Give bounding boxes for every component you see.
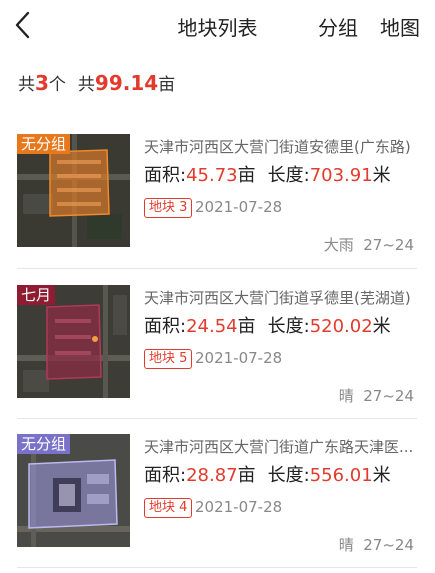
length-value: 556.01: [309, 465, 373, 486]
area-value: 45.73: [186, 165, 238, 186]
weather-info: 晴 27~24: [339, 534, 414, 555]
area-unit: 亩: [237, 165, 256, 186]
length-unit: 米: [372, 165, 391, 186]
plot-metrics: 面积:28.87亩 长度:556.01米: [144, 461, 391, 487]
length-label: 长度:: [267, 465, 310, 486]
length-value: 703.91: [309, 165, 373, 186]
plot-count: 3: [35, 71, 49, 95]
weather-text: 大雨: [323, 236, 354, 254]
length-label: 长度:: [267, 316, 310, 337]
temperature: 27~24: [363, 387, 414, 405]
plot-date: 2021-07-28: [195, 198, 283, 216]
length-unit: 米: [372, 316, 391, 337]
area-label: 面积:: [144, 316, 187, 337]
plot-metrics: 面积:24.54亩 长度:520.02米: [144, 312, 391, 338]
plot-card[interactable]: 无分组 天津市河西区大营门街道广东路天津医... 面积:28.87亩 长度:556…: [17, 434, 417, 566]
count-prefix: 共: [18, 75, 35, 95]
satellite-thumbnail: 七月: [17, 285, 130, 398]
page-title: 地块列表: [177, 16, 258, 40]
total-area: 99.14: [94, 71, 159, 95]
temperature: 27~24: [363, 536, 414, 554]
plot-metrics: 面积:45.73亩 长度:703.91米: [144, 161, 391, 187]
weather-info: 晴 27~24: [339, 385, 414, 406]
group-tag: 无分组: [17, 134, 71, 154]
plot-card[interactable]: 无分组 天津市河西区大营门街道安德里(广东路) 面积:45.73亩 长度:703.…: [17, 134, 417, 266]
plot-date: 2021-07-28: [195, 349, 283, 367]
length-unit: 米: [372, 465, 391, 486]
area-value: 28.87: [186, 465, 238, 486]
weather-text: 晴: [338, 387, 354, 405]
area-label: 面积:: [144, 165, 187, 186]
area-unit: 亩: [237, 465, 256, 486]
group-tag: 七月: [17, 285, 56, 305]
area-label: 面积:: [144, 465, 187, 486]
area-unit: 亩: [237, 316, 256, 337]
group-tag: 无分组: [17, 434, 71, 454]
map-button[interactable]: 地图: [380, 12, 420, 41]
weather-info: 大雨 27~24: [324, 234, 414, 255]
group-button[interactable]: 分组: [318, 12, 358, 41]
plot-card[interactable]: 七月 天津市河西区大营门街道孚德里(芜湖道) 面积:24.54亩 长度:520.0…: [17, 285, 417, 417]
summary-bar: 共3个 共99.14亩: [18, 70, 175, 95]
area-unit: 亩: [158, 75, 176, 95]
plot-badge: 地块 5: [144, 349, 193, 369]
temperature: 27~24: [363, 236, 414, 254]
satellite-thumbnail: 无分组: [17, 134, 130, 247]
divider: [17, 268, 417, 269]
plot-address: 天津市河西区大营门街道广东路天津医...: [144, 438, 414, 456]
plot-address: 天津市河西区大营门街道孚德里(芜湖道): [144, 289, 411, 307]
plot-date: 2021-07-28: [195, 498, 283, 516]
length-label: 长度:: [267, 165, 310, 186]
count-unit: 个: [48, 75, 66, 95]
plot-badge: 地块 4: [144, 498, 193, 518]
divider: [17, 567, 417, 568]
weather-text: 晴: [338, 536, 354, 554]
satellite-thumbnail: 无分组: [17, 434, 130, 547]
area-prefix: 共: [77, 75, 95, 95]
length-value: 520.02: [309, 316, 373, 337]
plot-badge: 地块 3: [144, 198, 193, 218]
plot-address: 天津市河西区大营门街道安德里(广东路): [144, 138, 411, 156]
area-value: 24.54: [186, 316, 238, 337]
divider: [17, 418, 417, 419]
nav-bar: 地块列表 分组 地图: [0, 0, 435, 52]
